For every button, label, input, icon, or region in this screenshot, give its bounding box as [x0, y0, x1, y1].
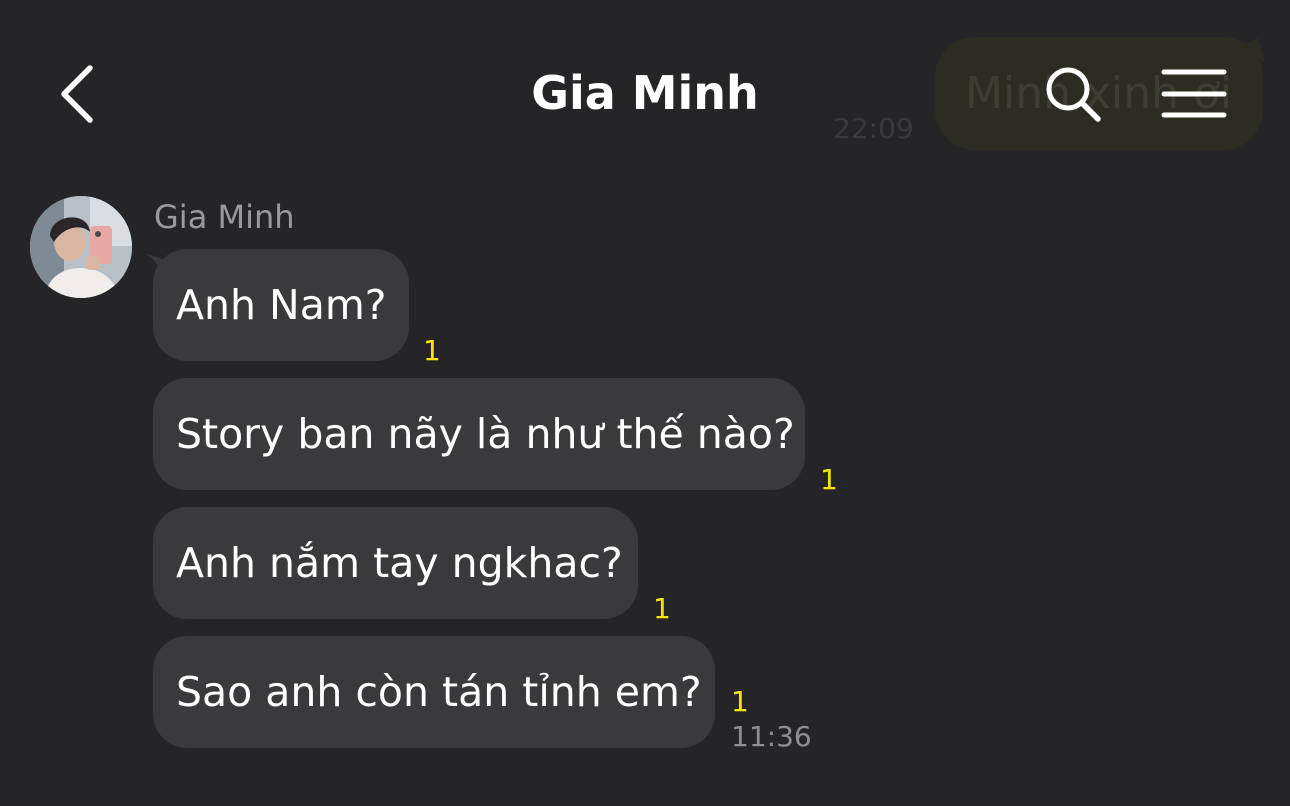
search-icon	[1046, 67, 1101, 122]
unread-count: 1	[653, 592, 671, 625]
unread-count: 1	[731, 685, 749, 718]
unread-count: 1	[423, 334, 441, 367]
menu-button[interactable]	[1160, 68, 1228, 120]
search-button[interactable]	[1043, 64, 1103, 124]
message-bubble[interactable]: Anh nắm tay ngkhac?	[153, 507, 638, 619]
message-bubble[interactable]: Anh Nam?	[153, 249, 409, 361]
sender-name: Gia Minh	[154, 198, 295, 236]
contact-avatar[interactable]	[30, 196, 132, 298]
hamburger-menu-icon	[1161, 69, 1227, 118]
message-bubble[interactable]: Sao anh còn tán tỉnh em?	[153, 636, 715, 748]
unread-count: 1	[820, 463, 838, 496]
message-bubble[interactable]: Story ban nãy là như thế nào?	[153, 378, 805, 490]
avatar-photo	[30, 196, 132, 298]
message-time: 11:36	[731, 720, 812, 753]
chat-screen: Minh xinh ơi 22:09 Gia Minh Gia Minh Anh…	[0, 0, 1290, 806]
